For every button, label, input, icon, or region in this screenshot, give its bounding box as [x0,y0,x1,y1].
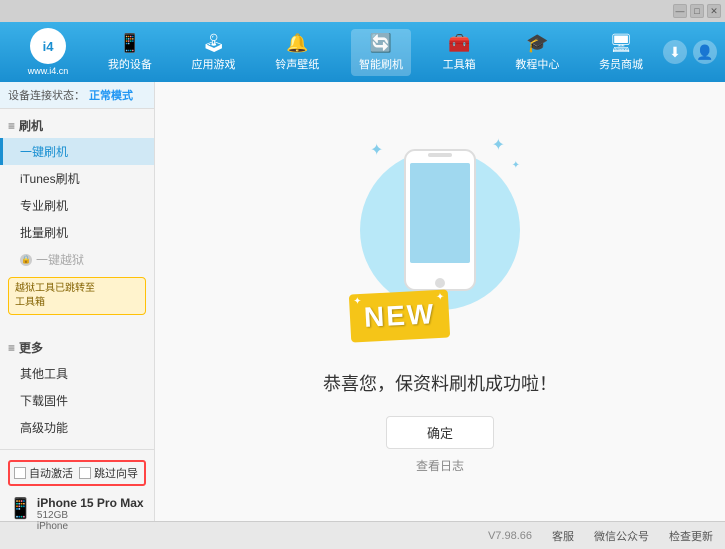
nav-app-games[interactable]: 🕹 应用游戏 [184,29,244,76]
success-illustration: ✦ ✦ ✦ ✦ NEW ✦ [340,130,540,350]
nav-toolbox[interactable]: 🧰 工具箱 [435,29,484,76]
nav-bar: 📱 我的设备 🕹 应用游戏 🔔 铃声壁纸 🔄 智能刷机 🧰 工具箱 🎓 教程中心… [88,29,663,76]
titlebar: — □ ✕ [0,0,725,22]
nav-device-label: 我的设备 [108,56,152,72]
auto-guide-checkbox[interactable]: 跳过向导 [79,465,138,481]
logo[interactable]: i4 www.i4.cn [8,28,88,76]
content-area: ✦ ✦ ✦ ✦ NEW ✦ 恭喜您，保资料刷机成功啦！ 确定 查看日志 [155,82,725,521]
new-text: NEW [363,298,436,333]
phone-image [400,145,480,298]
nav-toolbox-label: 工具箱 [443,56,476,72]
sidebar-item-itunes-flash[interactable]: iTunes刷机 [0,165,154,192]
confirm-button[interactable]: 确定 [386,416,494,449]
status-label: 设备连接状态： [8,87,85,103]
sidebar-item-pro-flash[interactable]: 专业刷机 [0,192,154,219]
nav-service[interactable]: 🖥 务员商城 [591,29,651,76]
pro-flash-label: 专业刷机 [20,199,68,213]
sidebar-item-jailbreak: 🔒 一键越狱 [0,246,154,273]
nav-ring-label: 铃声壁纸 [275,56,319,72]
auto-activate-box[interactable] [14,467,26,479]
download-btn[interactable]: ⬇ [663,40,687,64]
nav-device-icon: 📱 [119,33,141,54]
device-name: iPhone 15 Pro Max [37,496,146,510]
new-star-right: ✦ [436,291,445,302]
win-close-btn[interactable]: ✕ [707,4,721,18]
nav-flash-label: 智能刷机 [359,56,403,72]
footer-support[interactable]: 客服 [552,528,574,544]
sidebar: 设备连接状态： 正常模式 ≡ 刷机 一键刷机 iTunes刷机 专业刷机 批量刷… [0,82,155,521]
itunes-flash-label: iTunes刷机 [20,172,80,186]
topbar: i4 www.i4.cn 📱 我的设备 🕹 应用游戏 🔔 铃声壁纸 🔄 智能刷机… [0,22,725,82]
nav-service-icon: 🖥 [610,33,633,54]
success-message: 恭喜您，保资料刷机成功啦！ [323,370,557,396]
sidebar-item-batch-flash[interactable]: 批量刷机 [0,219,154,246]
auto-activate-checkbox[interactable]: 自动激活 [14,465,73,481]
main-layout: 设备连接状态： 正常模式 ≡ 刷机 一键刷机 iTunes刷机 专业刷机 批量刷… [0,82,725,521]
notice-text: 越狱工具已跳转至 工具箱 [15,283,95,308]
auto-guide-label: 跳过向导 [94,465,138,481]
status-value: 正常模式 [89,87,133,103]
new-badge: ✦ NEW ✦ [349,289,451,342]
nav-my-device[interactable]: 📱 我的设备 [100,29,160,76]
footer-update[interactable]: 检查更新 [669,528,713,544]
nav-tutorial-label: 教程中心 [515,56,559,72]
nav-ring-icon: 🔔 [286,33,308,54]
device-storage: 512GB [37,510,146,521]
sidebar-bottom: 自动激活 跳过向导 📱 iPhone 15 Pro Max 512GB iPho… [0,445,154,536]
nav-smart-flash[interactable]: 🔄 智能刷机 [351,29,411,76]
nav-flash-icon: 🔄 [370,33,392,54]
nav-tutorial-icon: 🎓 [526,33,548,54]
jailbreak-label: 一键越狱 [36,251,84,268]
sidebar-item-download-firmware[interactable]: 下载固件 [0,387,154,414]
more-group-icon: ≡ [8,341,15,355]
logo-icon: i4 [30,28,66,64]
sparkle-3: ✦ [512,160,520,171]
sidebar-divider-2 [0,449,154,450]
phone-svg [400,145,480,295]
advanced-label: 高级功能 [20,421,68,435]
more-group-label: 更多 [19,339,43,356]
auto-activate-label: 自动激活 [29,465,73,481]
batch-flash-label: 批量刷机 [20,226,68,240]
flash-group-icon: ≡ [8,119,15,133]
nav-app-label: 应用游戏 [192,56,236,72]
win-min-btn[interactable]: — [673,4,687,18]
nav-app-icon: 🕹 [202,33,225,54]
sparkle-1: ✦ [370,140,383,160]
flash-group-label: 刷机 [19,117,43,134]
checkbox-row: 自动激活 跳过向导 [8,460,146,486]
flash-section: ≡ 刷机 一键刷机 iTunes刷机 专业刷机 批量刷机 🔒 一键越狱 越狱工具… [0,109,154,323]
sidebar-item-other-tools[interactable]: 其他工具 [0,360,154,387]
nav-ringtone[interactable]: 🔔 铃声壁纸 [267,29,327,76]
win-max-btn[interactable]: □ [690,4,704,18]
flash-group-header: ≡ 刷机 [0,113,154,138]
notice-box: 越狱工具已跳转至 工具箱 [8,277,146,315]
version-label: V7.98.66 [488,530,532,542]
auto-guide-box[interactable] [79,467,91,479]
device-row: 📱 iPhone 15 Pro Max 512GB iPhone [0,492,154,536]
nav-toolbox-icon: 🧰 [448,33,470,54]
user-btn[interactable]: 👤 [693,40,717,64]
sidebar-item-advanced[interactable]: 高级功能 [0,414,154,441]
logo-url: www.i4.cn [28,66,69,76]
checkbox-area: 自动激活 跳过向导 [0,454,154,492]
other-tools-label: 其他工具 [20,367,68,381]
footer-wechat[interactable]: 微信公众号 [594,528,649,544]
status-bar: 设备连接状态： 正常模式 [0,82,154,109]
sidebar-item-one-key-flash[interactable]: 一键刷机 [0,138,154,165]
nav-tutorial[interactable]: 🎓 教程中心 [507,29,567,76]
nav-service-label: 务员商城 [599,56,643,72]
one-key-flash-label: 一键刷机 [20,145,68,159]
phone-icon: 📱 [8,496,33,521]
more-group-header: ≡ 更多 [0,335,154,360]
sparkle-2: ✦ [492,135,505,155]
log-link[interactable]: 查看日志 [416,457,464,474]
download-firmware-label: 下载固件 [20,394,68,408]
more-section: ≡ 更多 其他工具 下载固件 高级功能 [0,331,154,445]
new-star-left: ✦ [353,295,362,306]
